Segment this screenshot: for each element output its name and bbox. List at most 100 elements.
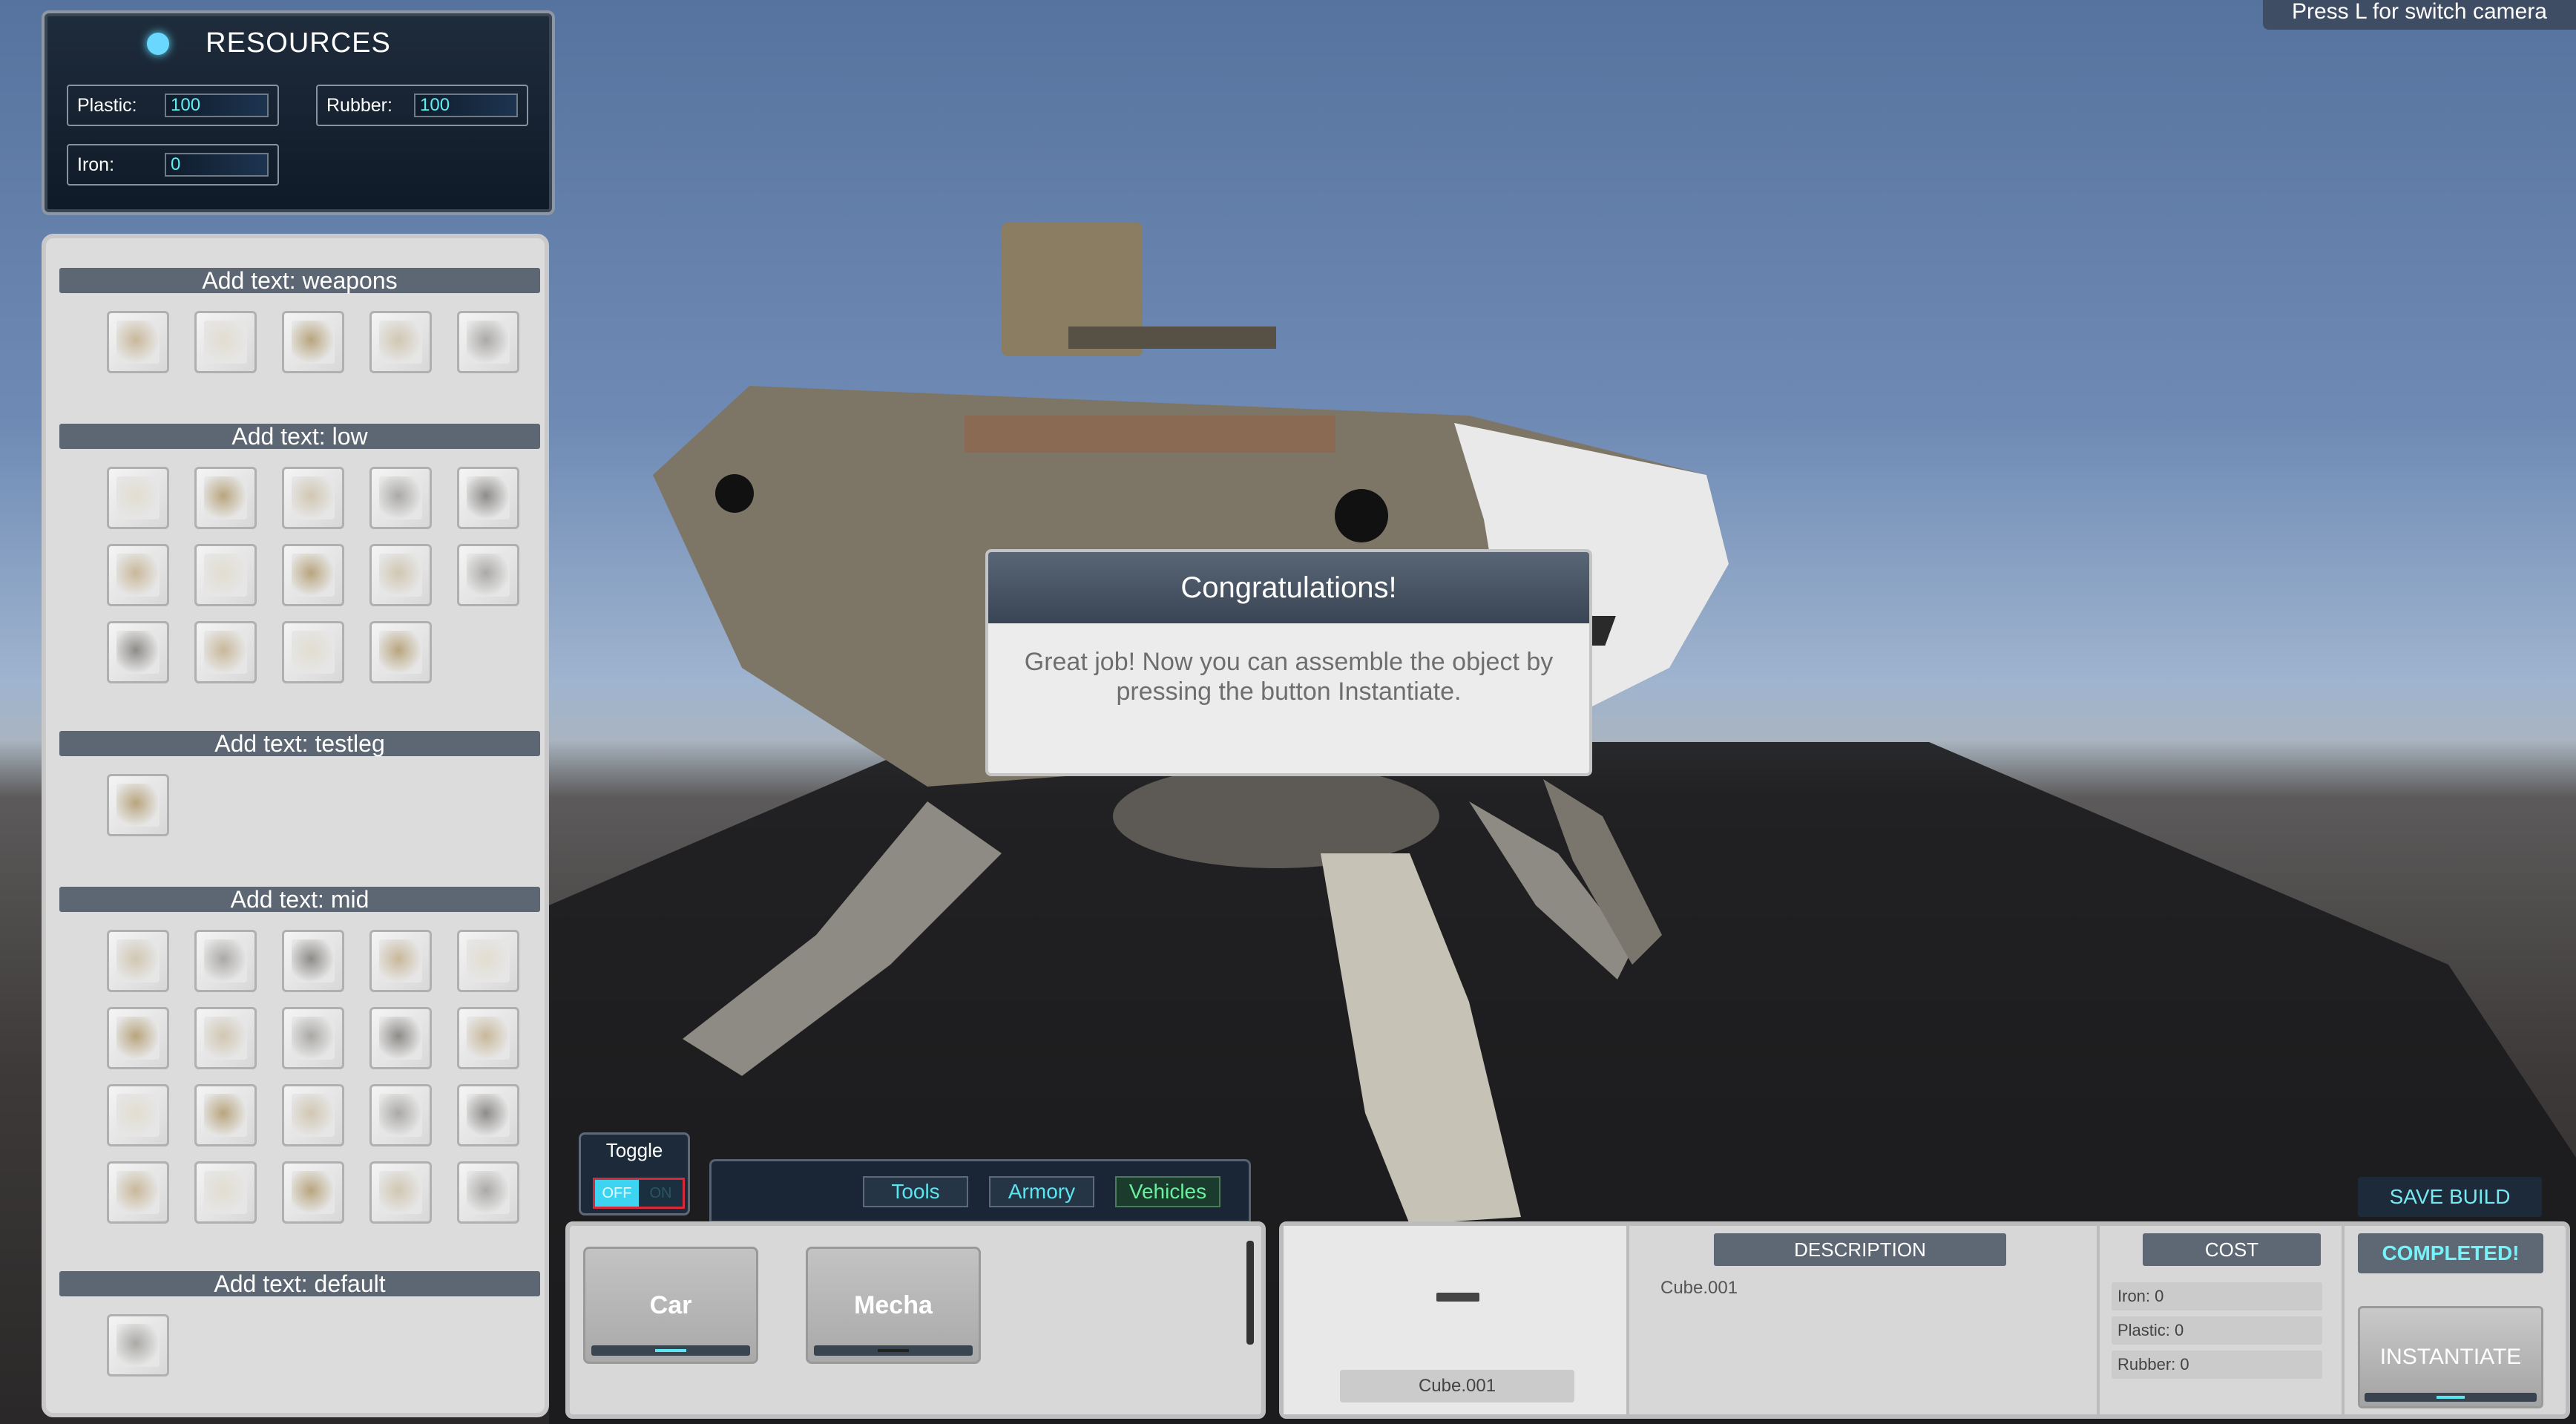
part-thumbnail xyxy=(292,939,335,982)
resources-panel: RESOURCES Plastic: 100 Rubber: 100 Iron:… xyxy=(42,10,555,215)
category-header-low: Add text: low xyxy=(59,423,540,450)
part-thumbnail xyxy=(116,476,160,519)
inventory-part-slot[interactable] xyxy=(457,1161,519,1224)
part-thumbnail xyxy=(292,1017,335,1060)
inventory-part-slot[interactable] xyxy=(107,311,169,373)
part-thumbnail xyxy=(467,1094,510,1137)
inventory-part-slot[interactable] xyxy=(457,930,519,992)
part-preview: Cube.001 xyxy=(1284,1226,1629,1414)
inventory-part-slot[interactable] xyxy=(107,1314,169,1377)
inventory-part-slot[interactable] xyxy=(282,1007,344,1069)
inventory-part-slot[interactable] xyxy=(194,544,257,606)
completed-status-badge: COMPLETED! xyxy=(2358,1233,2543,1273)
part-thumbnail xyxy=(292,1171,335,1214)
instantiate-indicator-bar xyxy=(2365,1393,2537,1402)
part-thumbnail xyxy=(379,1171,422,1214)
inventory-part-slot[interactable] xyxy=(457,1084,519,1146)
inventory-part-slot[interactable] xyxy=(194,1007,257,1069)
inventory-part-slot[interactable] xyxy=(369,930,432,992)
inventory-part-slot[interactable] xyxy=(282,930,344,992)
plastic-label: Plastic: xyxy=(77,94,137,116)
vehicle-car-button[interactable]: Car xyxy=(583,1247,758,1364)
inventory-part-slot[interactable] xyxy=(194,311,257,373)
resources-title: RESOURCES xyxy=(206,27,391,59)
inventory-part-slot[interactable] xyxy=(107,1084,169,1146)
inventory-part-slot[interactable] xyxy=(282,311,344,373)
part-details-panel: Cube.001 DESCRIPTION Cube.001 COST Iron:… xyxy=(1279,1221,2570,1419)
vehicle-mecha-label: Mecha xyxy=(854,1290,933,1319)
category-header-weapons: Add text: weapons xyxy=(59,267,540,294)
part-thumbnail xyxy=(116,1017,160,1060)
inventory-part-slot[interactable] xyxy=(107,544,169,606)
inventory-part-slot[interactable] xyxy=(194,467,257,529)
inventory-part-slot[interactable] xyxy=(107,467,169,529)
inventory-part-slot[interactable] xyxy=(457,311,519,373)
inventory-part-slot[interactable] xyxy=(194,1084,257,1146)
inventory-part-slot[interactable] xyxy=(194,1161,257,1224)
dialog-message: Great job! Now you can assemble the obje… xyxy=(1024,648,1554,706)
inventory-part-slot[interactable] xyxy=(369,1161,432,1224)
inventory-part-slot[interactable] xyxy=(369,311,432,373)
part-thumbnail xyxy=(116,939,160,982)
cost-column: COST Iron: 0 Plastic: 0 Rubber: 0 xyxy=(2097,1226,2345,1414)
inventory-part-slot[interactable] xyxy=(194,621,257,683)
part-thumbnail xyxy=(379,321,422,364)
part-preview-thumbnail xyxy=(1436,1293,1479,1302)
inventory-part-slot[interactable] xyxy=(194,930,257,992)
category-header-testleg: Add text: testleg xyxy=(59,730,540,757)
part-thumbnail xyxy=(204,554,247,597)
inventory-part-slot[interactable] xyxy=(107,1161,169,1224)
part-thumbnail xyxy=(467,1017,510,1060)
toggle-off-option[interactable]: OFF xyxy=(595,1180,639,1207)
iron-resource-field: Iron: 0 xyxy=(67,144,279,186)
inventory-part-slot[interactable] xyxy=(369,467,432,529)
vehicle-car-label: Car xyxy=(649,1290,692,1319)
inventory-part-slot[interactable] xyxy=(457,467,519,529)
part-thumbnail xyxy=(379,1094,422,1137)
part-thumbnail xyxy=(116,321,160,364)
part-thumbnail xyxy=(116,554,160,597)
inventory-part-slot[interactable] xyxy=(282,1084,344,1146)
tab-tools[interactable]: Tools xyxy=(863,1176,968,1207)
rubber-value: 100 xyxy=(414,93,518,117)
inventory-part-slot[interactable] xyxy=(282,467,344,529)
inventory-part-slot[interactable] xyxy=(457,544,519,606)
tab-armory[interactable]: Armory xyxy=(989,1176,1094,1207)
category-header-mid: Add text: mid xyxy=(59,886,540,913)
cost-iron: Iron: 0 xyxy=(2112,1282,2322,1310)
inventory-part-slot[interactable] xyxy=(369,544,432,606)
vehicles-scrollbar[interactable] xyxy=(1246,1241,1254,1345)
tab-vehicles[interactable]: Vehicles xyxy=(1115,1176,1220,1207)
vehicle-mecha-button[interactable]: Mecha xyxy=(806,1247,981,1364)
part-thumbnail xyxy=(467,939,510,982)
inventory-part-slot[interactable] xyxy=(282,544,344,606)
inventory-part-slot[interactable] xyxy=(369,621,432,683)
inventory-part-slot[interactable] xyxy=(457,1007,519,1069)
inventory-part-slot[interactable] xyxy=(282,1161,344,1224)
rubber-label: Rubber: xyxy=(326,94,392,116)
toggle-switch[interactable]: OFF ON xyxy=(593,1178,685,1209)
inventory-part-slot[interactable] xyxy=(107,1007,169,1069)
part-thumbnail xyxy=(204,939,247,982)
iron-label: Iron: xyxy=(77,154,115,175)
toggle-control[interactable]: Toggle OFF ON xyxy=(579,1132,690,1215)
toggle-on-option[interactable]: ON xyxy=(639,1180,683,1207)
instantiate-button[interactable]: INSTANTIATE xyxy=(2358,1306,2543,1408)
rubber-resource-field: Rubber: 100 xyxy=(316,85,528,126)
camera-switch-hint: Press L for switch camera xyxy=(2263,0,2576,30)
part-thumbnail xyxy=(204,1017,247,1060)
inventory-part-slot[interactable] xyxy=(107,774,169,836)
inventory-part-slot[interactable] xyxy=(369,1084,432,1146)
inventory-part-slot[interactable] xyxy=(282,621,344,683)
part-thumbnail xyxy=(116,631,160,674)
save-build-button[interactable]: SAVE BUILD xyxy=(2358,1177,2542,1217)
vehicles-panel: Car Mecha xyxy=(565,1221,1266,1419)
parts-inventory-panel[interactable]: Add text: weapons Add text: low Add text… xyxy=(42,234,549,1417)
part-thumbnail xyxy=(116,1094,160,1137)
description-header: DESCRIPTION xyxy=(1714,1233,2006,1266)
inventory-part-slot[interactable] xyxy=(107,930,169,992)
inventory-part-slot[interactable] xyxy=(107,621,169,683)
part-thumbnail xyxy=(467,321,510,364)
part-thumbnail xyxy=(379,1017,422,1060)
inventory-part-slot[interactable] xyxy=(369,1007,432,1069)
